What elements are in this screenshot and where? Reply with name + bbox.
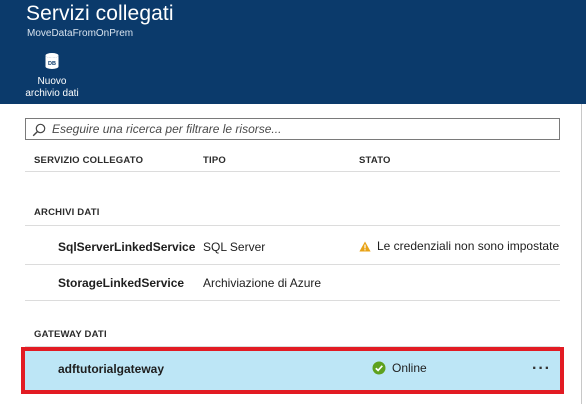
- status-text: Le credenziali non sono impostate: [377, 239, 560, 253]
- section-label-gateways: GATEWAY DATI: [34, 329, 107, 340]
- blade-content: SERVIZIO COLLEGATO TIPO STATO ARCHIVI DA…: [0, 104, 586, 404]
- table-row-sqlserver[interactable]: SqlServerLinkedService SQL Server Le cre…: [25, 230, 560, 264]
- row-divider: [25, 264, 560, 265]
- header-divider: [25, 171, 560, 172]
- page-subtitle: MoveDataFromOnPrem: [27, 28, 134, 39]
- check-circle-icon: [372, 361, 386, 375]
- linked-service-name: SqlServerLinkedService: [58, 240, 196, 254]
- warning-icon: [359, 241, 371, 252]
- column-header-type[interactable]: TIPO: [203, 155, 226, 166]
- database-icon-text: DB: [48, 61, 56, 67]
- status-text: Online: [392, 361, 427, 375]
- scrollbar-track: [581, 104, 582, 404]
- more-options-button[interactable]: ···: [532, 360, 551, 378]
- new-data-store-label: Nuovo archivio dati: [25, 76, 79, 99]
- linked-service-name: StorageLinkedService: [58, 276, 185, 290]
- row-divider: [25, 300, 560, 301]
- column-header-service[interactable]: SERVIZIO COLLEGATO: [34, 155, 143, 166]
- gateway-name: adftutorialgateway: [58, 362, 165, 376]
- linked-service-type: Archiviazione di Azure: [203, 276, 322, 290]
- search-box[interactable]: [25, 118, 560, 140]
- section-label-data-stores: ARCHIVI DATI: [34, 207, 100, 218]
- blade-header: Servizi collegati MoveDataFromOnPrem DB …: [0, 0, 586, 104]
- column-header-status[interactable]: STATO: [359, 155, 391, 166]
- gateway-status: Online: [372, 361, 427, 375]
- section-divider: [25, 346, 560, 347]
- database-icon: DB: [45, 53, 59, 69]
- section-divider: [25, 225, 560, 226]
- page-title: Servizi collegati: [26, 2, 174, 25]
- linked-service-status: Le credenziali non sono impostate: [359, 239, 559, 253]
- linked-service-type: SQL Server: [203, 240, 266, 254]
- table-row-storage[interactable]: StorageLinkedService Archiviazione di Az…: [25, 266, 560, 300]
- search-icon: [32, 123, 46, 137]
- table-row-gateway[interactable]: adftutorialgateway Online ···: [21, 347, 564, 394]
- new-data-store-button[interactable]: DB Nuovo archivio dati: [20, 52, 84, 102]
- search-input[interactable]: [52, 120, 552, 138]
